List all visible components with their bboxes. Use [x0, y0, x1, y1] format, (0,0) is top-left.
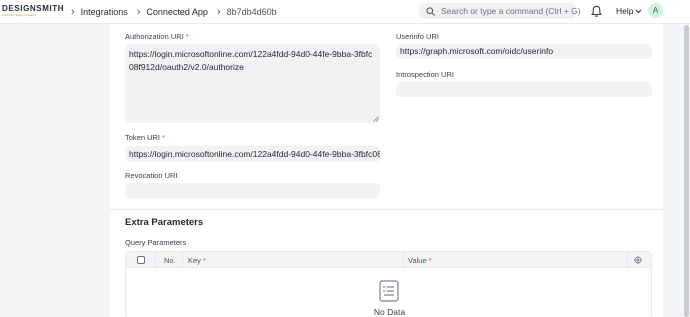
search-placeholder: Search or type a command (Ctrl + G)	[441, 6, 581, 16]
authorization-uri-label-text: Authorization URI	[125, 32, 184, 41]
brand-logo-tagline: Premium design & quality	[2, 13, 37, 17]
form-card: Authorization URI * https://login.microso…	[110, 24, 663, 317]
resize-grip-icon[interactable]	[373, 116, 379, 122]
column-divider	[403, 252, 404, 268]
chevron-right-icon: ›	[71, 5, 75, 18]
column-divider	[182, 252, 183, 268]
authorization-uri-label: Authorization URI *	[125, 32, 189, 41]
revocation-uri-label: Revocation URI	[125, 171, 178, 180]
table-header-row: No. Key * Value *	[126, 252, 651, 268]
token-uri-input[interactable]: https://login.microsoftonline.com/122a4f…	[125, 146, 380, 162]
introspection-uri-input[interactable]	[396, 82, 652, 97]
required-mark: *	[202, 256, 206, 265]
chevron-right-icon: ›	[136, 5, 141, 18]
empty-document-icon	[379, 280, 399, 302]
brand-logo-text: DESIGNSMITH	[2, 4, 65, 13]
section-divider	[110, 209, 663, 210]
token-uri-label-text: Token URI	[125, 133, 161, 142]
required-mark: *	[428, 256, 432, 265]
column-header-value-label: Value	[408, 256, 427, 265]
extra-parameters-title[interactable]: Extra Parameters	[125, 217, 203, 228]
column-divider	[627, 252, 628, 268]
select-all-checkbox[interactable]	[137, 256, 145, 264]
column-header-value: Value *	[408, 256, 432, 265]
scrollbar-thumb[interactable]	[684, 25, 689, 317]
query-parameters-table: No. Key * Value * No Data	[125, 251, 652, 317]
column-header-key: Key *	[188, 256, 206, 265]
column-divider	[155, 252, 156, 268]
help-dropdown[interactable]: Help	[616, 6, 642, 16]
avatar[interactable]: A	[648, 3, 663, 18]
userinfo-uri-label: Userinfo URI	[396, 32, 439, 41]
top-navbar: DESIGNSMITH Premium design & quality › I…	[0, 0, 690, 24]
required-mark: *	[162, 133, 165, 142]
search-bar[interactable]: Search or type a command (Ctrl + G)	[419, 3, 581, 19]
help-label: Help	[616, 6, 634, 16]
bell-icon[interactable]	[591, 5, 602, 18]
query-parameters-label: Query Parameters	[125, 238, 187, 247]
breadcrumb-connected-app[interactable]: Connected App	[146, 7, 208, 17]
column-header-key-label: Key	[188, 256, 201, 265]
breadcrumb: › Integrations › Connected App › 8b7db4d…	[71, 0, 286, 24]
authorization-uri-textarea[interactable]: https://login.microsoftonline.com/122a4f…	[125, 44, 380, 123]
column-header-no: No.	[164, 256, 176, 265]
userinfo-uri-input[interactable]: https://graph.microsoft.com/oidc/userinf…	[396, 44, 652, 59]
brand-logo[interactable]: DESIGNSMITH Premium design & quality	[2, 5, 64, 21]
search-icon	[426, 6, 435, 16]
introspection-uri-label: Introspection URI	[396, 70, 454, 79]
breadcrumb-integrations[interactable]: Integrations	[81, 7, 128, 17]
required-mark: *	[185, 32, 189, 41]
breadcrumb-current-record[interactable]: 8b7db4d60b	[227, 7, 277, 17]
revocation-uri-input[interactable]	[125, 183, 380, 198]
authorization-uri-value: https://login.microsoftonline.com/122a4f…	[129, 49, 373, 72]
chevron-right-icon: ›	[216, 5, 221, 18]
settings-icon[interactable]	[634, 256, 642, 264]
token-uri-label: Token URI *	[125, 133, 165, 142]
empty-state-text: No Data	[373, 307, 406, 317]
chevron-down-icon	[636, 9, 642, 13]
